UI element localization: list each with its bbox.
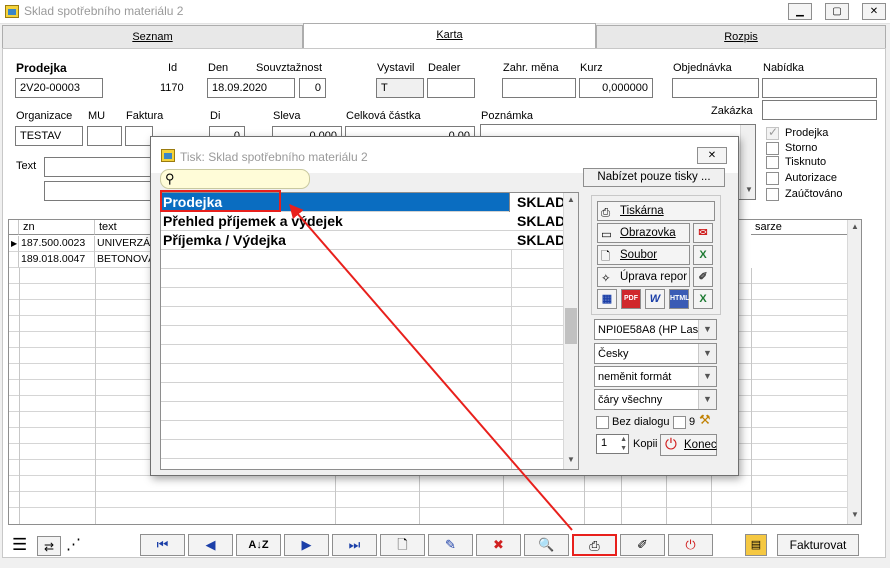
annotation-arrow [289, 203, 573, 531]
